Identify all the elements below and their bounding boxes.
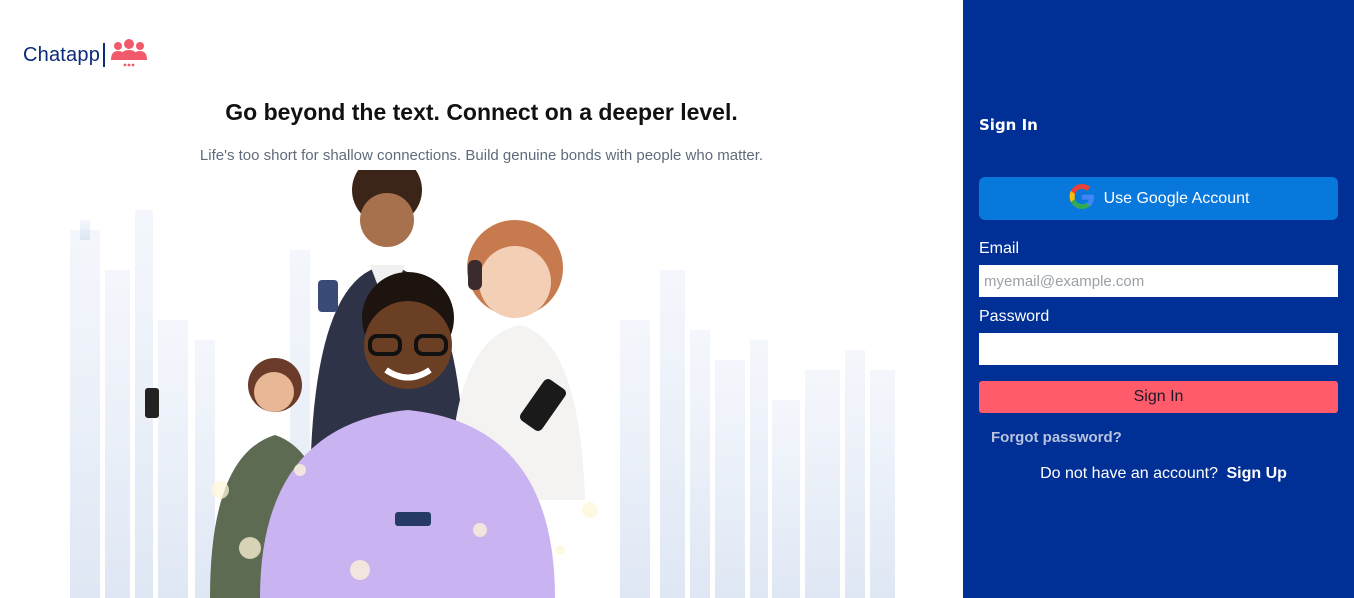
signup-prompt: Do not have an account? [1040, 465, 1218, 482]
signin-title: Sign In [979, 116, 1038, 134]
signup-link[interactable]: Sign Up [1226, 465, 1286, 482]
forgot-password-link[interactable]: Forgot password? [991, 429, 1122, 446]
people-group-icon [109, 38, 149, 72]
hero-panel: Chatapp Go beyond the text. Connect on a… [0, 0, 963, 598]
hero-subtext: Life's too short for shallow connections… [199, 147, 764, 164]
brand-logo[interactable]: Chatapp [23, 38, 149, 72]
hero-illustration [70, 170, 895, 598]
email-label: Email [979, 240, 1020, 257]
hero-headline: Go beyond the text. Connect on a deeper … [225, 99, 738, 125]
brand-name: Chatapp [23, 43, 101, 66]
password-field[interactable] [979, 333, 1338, 365]
signup-row: Do not have an account? Sign Up [963, 465, 1354, 483]
signin-button[interactable]: Sign In [979, 381, 1338, 413]
brand-divider [103, 43, 106, 67]
signin-panel: Sign In Use Google Account Email Passwor… [963, 0, 1354, 598]
password-label: Password [979, 308, 1050, 325]
google-button-label: Use Google Account [1103, 189, 1250, 207]
google-icon [1068, 183, 1096, 215]
email-field[interactable] [979, 265, 1338, 297]
google-signin-button[interactable]: Use Google Account [979, 177, 1338, 220]
